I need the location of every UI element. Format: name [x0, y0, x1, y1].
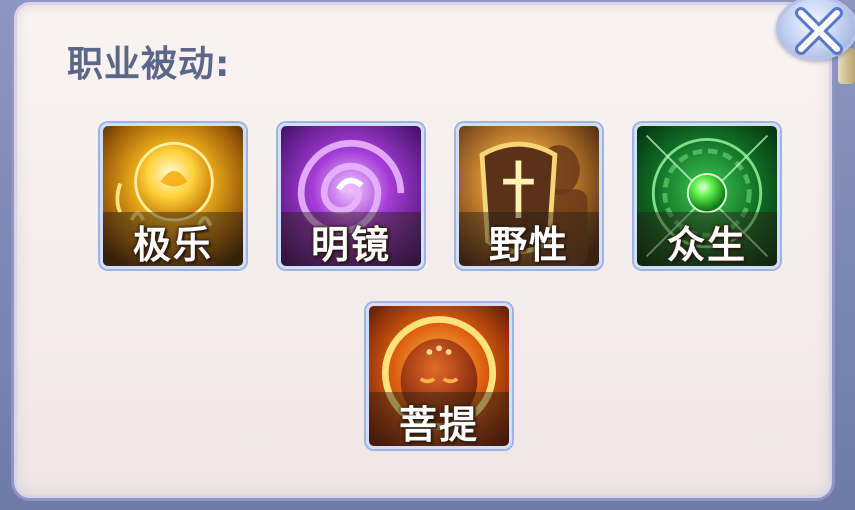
panel-title: 职业被动:: [67, 44, 231, 85]
skill-icon-5[interactable]: 菩提: [366, 303, 512, 449]
skill-icon-2[interactable]: 明镜: [278, 123, 424, 269]
skill-icon-3[interactable]: 野性: [456, 123, 602, 269]
close-button[interactable]: [776, 0, 855, 60]
skill-icon-1[interactable]: 极乐: [100, 123, 246, 269]
skill-name: 极乐: [132, 223, 213, 267]
skill-name: 明镜: [310, 223, 391, 267]
close-icon: [795, 7, 843, 55]
skill-name: 野性: [488, 223, 569, 267]
skill-name: 菩提: [398, 403, 479, 447]
passive-skills-panel: 职业被动: 极乐 明镜 野性 众生 菩提: [14, 2, 832, 498]
skill-name: 众生: [666, 223, 747, 267]
skill-icon-4[interactable]: 众生: [634, 123, 780, 269]
